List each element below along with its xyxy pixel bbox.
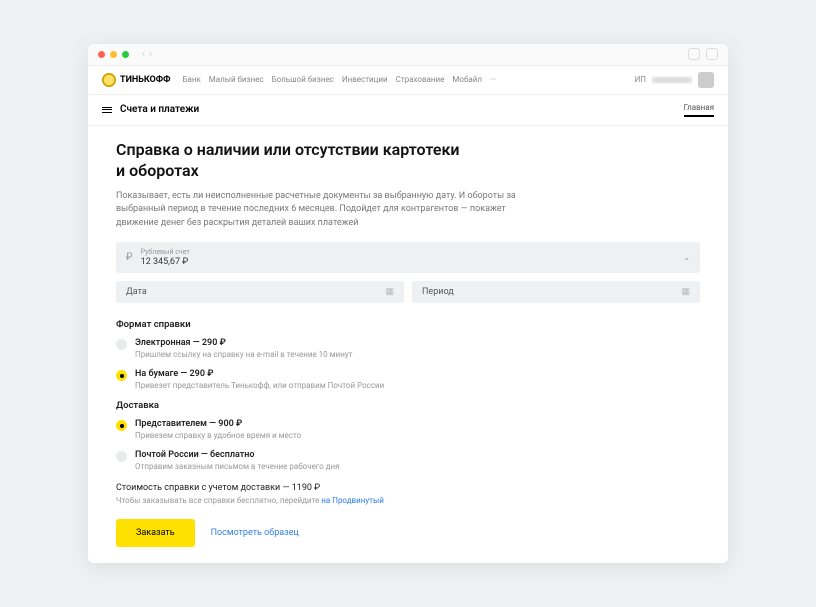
account-name-blurred (652, 77, 692, 83)
page-lead: Показывает, есть ли неисполненные расчет… (116, 190, 546, 231)
date-field[interactable]: Дата ▦ (116, 281, 404, 303)
period-placeholder: Период (422, 287, 454, 297)
avatar[interactable] (698, 72, 714, 88)
radio-icon[interactable] (116, 339, 127, 350)
format-option-paper[interactable]: На бумаге — 290 ₽ Привезет представитель… (116, 369, 700, 390)
primary-nav: Банк Малый бизнес Большой бизнес Инвести… (182, 75, 496, 84)
back-icon[interactable]: ‹ (142, 49, 145, 60)
upgrade-link[interactable]: на Продвинутый (321, 496, 384, 505)
main-content: Справка о наличии или отсутствии картоте… (88, 126, 728, 563)
window-chrome: ‹ › (88, 44, 728, 66)
radio-icon[interactable] (116, 370, 127, 381)
top-nav: ТИНЬКОФФ Банк Малый бизнес Большой бизне… (88, 66, 728, 95)
account-select[interactable]: ₽ Рублевый счет 12 345,67 ₽ ⌄ (116, 242, 700, 273)
tabs-icon[interactable] (706, 48, 718, 60)
period-field[interactable]: Период ▦ (412, 281, 700, 303)
maximize-icon[interactable] (122, 51, 129, 58)
nav-link[interactable]: Инвестиции (342, 75, 388, 84)
minimize-icon[interactable] (110, 51, 117, 58)
date-placeholder: Дата (126, 287, 147, 297)
format-heading: Формат справки (116, 319, 700, 330)
browser-nav: ‹ › (142, 49, 152, 60)
brand-logo[interactable]: ТИНЬКОФФ (102, 73, 170, 87)
menu-icon[interactable] (102, 107, 112, 113)
nav-link[interactable]: Мобайл (452, 75, 482, 84)
nav-link[interactable]: Банк (182, 75, 200, 84)
delivery-option-post[interactable]: Почтой России — бесплатно Отправим заказ… (116, 450, 700, 471)
radio-icon[interactable] (116, 420, 127, 431)
radio-icon[interactable] (116, 451, 127, 462)
nav-link[interactable]: Большой бизнес (272, 75, 334, 84)
page-title: Справка о наличии или отсутствии картоте… (116, 140, 700, 182)
forward-icon[interactable]: › (149, 49, 152, 60)
share-icon[interactable] (688, 48, 700, 60)
close-icon[interactable] (98, 51, 105, 58)
ruble-icon: ₽ (126, 252, 133, 263)
page-section-title: Счета и платежи (120, 104, 199, 115)
nav-link[interactable]: Страхование (396, 75, 445, 84)
tab-main[interactable]: Главная (684, 103, 714, 117)
browser-window: ‹ › ТИНЬКОФФ Банк Малый бизнес Большой б… (88, 44, 728, 563)
delivery-option-courier[interactable]: Представителем — 900 ₽ Привезем справку … (116, 419, 700, 440)
account-area[interactable]: ИП (635, 72, 714, 88)
logo-icon (102, 73, 116, 87)
account-value: 12 345,67 ₽ (141, 257, 190, 267)
delivery-heading: Доставка (116, 400, 700, 411)
order-button[interactable]: Заказать (116, 519, 195, 547)
account-label: Рублевый счет (141, 248, 190, 256)
upgrade-hint: Чтобы заказывать все справки бесплатно, … (116, 496, 700, 505)
chevron-down-icon: ⌄ (683, 253, 690, 262)
total-cost: Стоимость справки с учетом доставки — 11… (116, 483, 700, 493)
nav-link[interactable]: Малый бизнес (209, 75, 264, 84)
account-prefix: ИП (635, 75, 646, 84)
calendar-icon: ▦ (681, 287, 690, 297)
view-sample-link[interactable]: Посмотреть образец (211, 528, 299, 538)
brand-name: ТИНЬКОФФ (120, 75, 170, 85)
format-option-electronic[interactable]: Электронная — 290 ₽ Пришлем ссылку на сп… (116, 338, 700, 359)
calendar-icon: ▦ (385, 287, 394, 297)
nav-more[interactable]: ··· (490, 75, 496, 84)
sub-header: Счета и платежи Главная (88, 95, 728, 121)
